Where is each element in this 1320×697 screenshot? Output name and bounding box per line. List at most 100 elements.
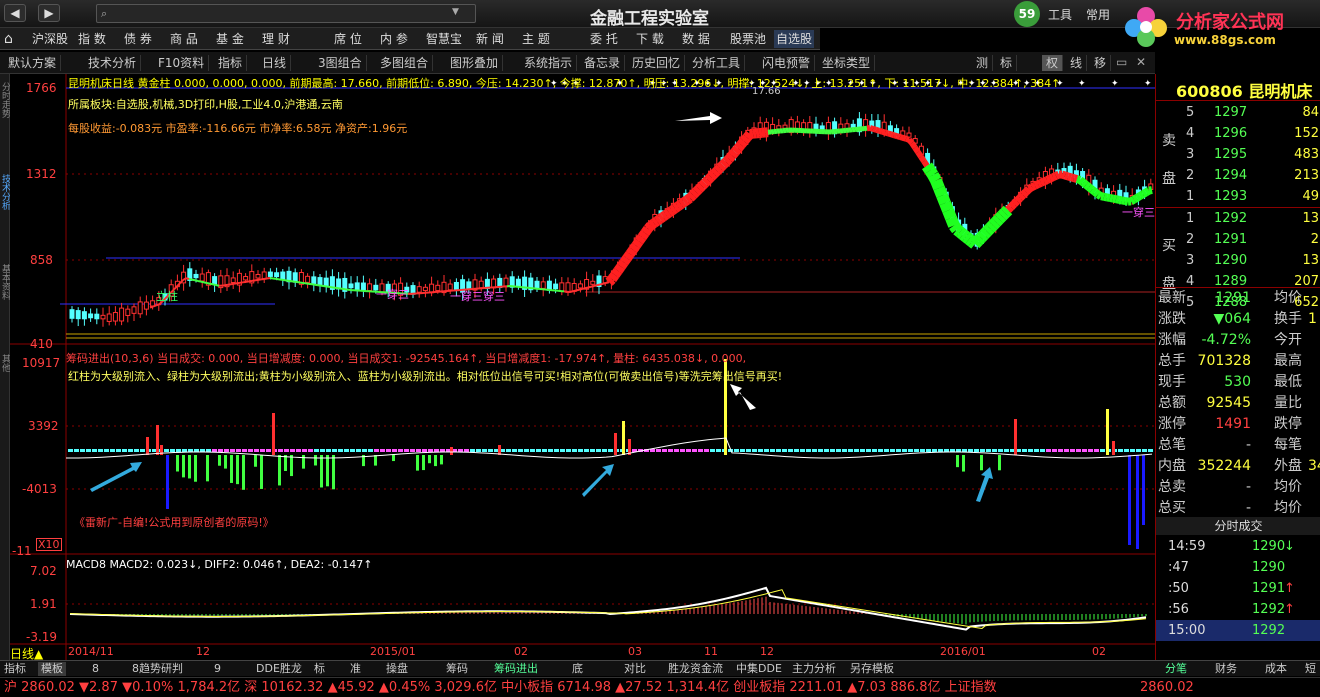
- quote-stat-row: 最新 1291 均价: [1156, 288, 1320, 309]
- chip-bar: [884, 449, 889, 452]
- indicator-tab[interactable]: 准: [350, 662, 361, 676]
- toolbar-item[interactable]: 技术分析: [84, 55, 142, 71]
- minimize-icon[interactable]: ▭: [1116, 55, 1127, 69]
- indicator-tab[interactable]: 标: [314, 662, 325, 676]
- buy-level[interactable]: 1 1292 13: [1186, 208, 1320, 229]
- close-icon[interactable]: ✕: [1136, 55, 1146, 69]
- toolbar-item[interactable]: 多图组合: [376, 55, 434, 71]
- ribbon-segment: [681, 196, 690, 207]
- menu-item[interactable]: 智慧宝: [424, 30, 464, 48]
- toolbar-item[interactable]: F10资料: [154, 55, 210, 71]
- indicator-tab[interactable]: 筹码: [446, 662, 468, 676]
- menu-item[interactable]: 债 券: [122, 30, 154, 48]
- chip-bar: [1100, 449, 1105, 452]
- tools-menu[interactable]: 工具: [1048, 6, 1072, 23]
- chart-area[interactable]: ✦ ✦ ✦ ✦ ✦ ✦ ✦ ✦ ✦ ✦ ✦ ✦ ✦ ✦ ✦ ✦ ✦ ✦ ✦ ✦ ✦ ✦ ✦ ✦ ✦ ✦ ✦ ✦ ✦ ✦ ✦ ✦ ✦ ✦ ✦ ✦ 176…: [10, 74, 1155, 661]
- sell-level[interactable]: 3 1295 483: [1186, 144, 1320, 165]
- ribbon-segment: [912, 145, 921, 154]
- menu-item[interactable]: 委 托: [588, 30, 620, 48]
- indicator-tab[interactable]: 9: [214, 662, 221, 676]
- ribbon-segment: [1134, 192, 1143, 202]
- indicator-tab[interactable]: 操盘: [386, 662, 408, 676]
- indicator-tab[interactable]: 中集DDE: [736, 662, 782, 676]
- toolbar-item[interactable]: 备忘录: [580, 55, 626, 71]
- sell-level[interactable]: 1 1293 49: [1186, 186, 1320, 207]
- y-tick: 858: [30, 253, 53, 267]
- toolbar-item[interactable]: 日线: [258, 55, 292, 71]
- home-icon[interactable]: ⌂: [4, 31, 22, 47]
- toolbar-item[interactable]: 闪电预警: [758, 55, 816, 71]
- tab-cost[interactable]: 成本: [1265, 662, 1287, 676]
- level-volume: 13: [1302, 211, 1319, 226]
- tab-other[interactable]: 其他: [0, 354, 10, 372]
- outflow-bar: [434, 455, 437, 467]
- indicator-tab[interactable]: 主力分析: [792, 662, 836, 676]
- menu-item[interactable]: 数 据: [680, 30, 712, 48]
- dropdown-icon[interactable]: ▼: [452, 7, 459, 17]
- indicator-tab[interactable]: 筹码进出: [494, 662, 538, 676]
- sell-level[interactable]: 2 1294 213: [1186, 165, 1320, 186]
- indicator-tab[interactable]: 对比: [624, 662, 646, 676]
- menu-item[interactable]: 新 闻: [474, 30, 506, 48]
- indicator-tab[interactable]: 底: [572, 662, 583, 676]
- buy-level[interactable]: 2 1291 2: [1186, 229, 1320, 250]
- tab-fundamental[interactable]: 基本资料: [0, 264, 10, 300]
- menu-item[interactable]: 下 载: [634, 30, 666, 48]
- tab-finance[interactable]: 财务: [1215, 662, 1237, 676]
- forward-icon[interactable]: ▶: [38, 4, 60, 22]
- tab-short[interactable]: 短: [1305, 662, 1316, 676]
- notification-badge[interactable]: 59: [1014, 1, 1040, 27]
- menu-item[interactable]: 股票池: [728, 30, 768, 48]
- toolbar-item[interactable]: 3图组合: [314, 55, 367, 71]
- candle-body: [540, 281, 546, 289]
- toolbar-item[interactable]: 默认方案: [4, 55, 62, 71]
- menu-item[interactable]: 席 位: [332, 30, 364, 48]
- indicator-tab[interactable]: 模板: [38, 662, 66, 676]
- toolbar-item[interactable]: 历史回忆: [628, 55, 686, 71]
- menu-item[interactable]: 基 金: [214, 30, 246, 48]
- back-icon[interactable]: ◀: [4, 4, 26, 22]
- stat-label: 涨跌: [1158, 311, 1186, 327]
- ribbon-segment: [915, 150, 924, 159]
- indicator-tab[interactable]: 另存模板: [850, 662, 894, 676]
- menu-item[interactable]: 主 题: [520, 30, 552, 48]
- tab-ticks[interactable]: 分笔: [1165, 662, 1187, 676]
- ribbon-segment: [896, 133, 901, 140]
- menu-item[interactable]: 内 参: [378, 30, 410, 48]
- menu-item[interactable]: 指 数: [76, 30, 108, 48]
- ribbon-segment: [728, 148, 739, 159]
- common-menu[interactable]: 常用: [1086, 6, 1110, 23]
- indicator-tab[interactable]: 8趋势研判: [132, 662, 183, 676]
- chip-bar: [1040, 449, 1045, 452]
- toolbar-item[interactable]: 分析工具: [688, 55, 746, 71]
- toolbar-item[interactable]: 标: [996, 55, 1018, 71]
- chart-canvas: ✦ ✦ ✦ ✦ ✦ ✦ ✦ ✦ ✦ ✦ ✦ ✦ ✦ ✦ ✦ ✦ ✦ ✦ ✦ ✦ ✦ ✦ ✦ ✦ ✦ ✦ ✦ ✦ ✦ ✦ ✦ ✦ ✦ ✦ ✦ ✦: [10, 74, 1155, 660]
- menu-item-active[interactable]: 自选股: [774, 30, 815, 48]
- sell-level[interactable]: 5 1297 84: [1186, 102, 1320, 123]
- toolbar-item[interactable]: 测: [972, 55, 994, 71]
- buy-level[interactable]: 3 1290 13: [1186, 250, 1320, 271]
- toolbar-item[interactable]: 指标: [214, 55, 248, 71]
- sell-level[interactable]: 4 1296 152: [1186, 123, 1320, 144]
- menu-item[interactable]: 商 品: [168, 30, 200, 48]
- scale-badge[interactable]: X10: [36, 538, 62, 551]
- indicator-tab[interactable]: 胜龙资金流: [668, 662, 723, 676]
- toolbar-item[interactable]: 权: [1042, 55, 1064, 71]
- chip-bar: [830, 449, 835, 452]
- toolbar-item[interactable]: 线: [1066, 55, 1088, 71]
- toolbar-item[interactable]: 移: [1090, 55, 1112, 71]
- menu-item[interactable]: 沪深股: [30, 30, 70, 48]
- search-input[interactable]: ⌕: [96, 4, 476, 23]
- tab-intraday[interactable]: 分时走势: [0, 82, 10, 118]
- menu-item[interactable]: 理 财: [260, 30, 292, 48]
- indicator-tab[interactable]: 指标: [4, 662, 26, 676]
- indicator-tab[interactable]: DDE胜龙: [256, 662, 302, 676]
- toolbar-item[interactable]: 坐标类型: [818, 55, 876, 71]
- toolbar-item[interactable]: 系统指示: [520, 55, 578, 71]
- toolbar-item[interactable]: 图形叠加: [446, 55, 504, 71]
- chip-bar: [254, 449, 259, 452]
- indicator-tab[interactable]: 8: [92, 662, 99, 676]
- tab-technical[interactable]: 技术分析: [0, 174, 10, 210]
- ribbon-segment: [695, 182, 706, 193]
- chip-bar: [572, 449, 577, 452]
